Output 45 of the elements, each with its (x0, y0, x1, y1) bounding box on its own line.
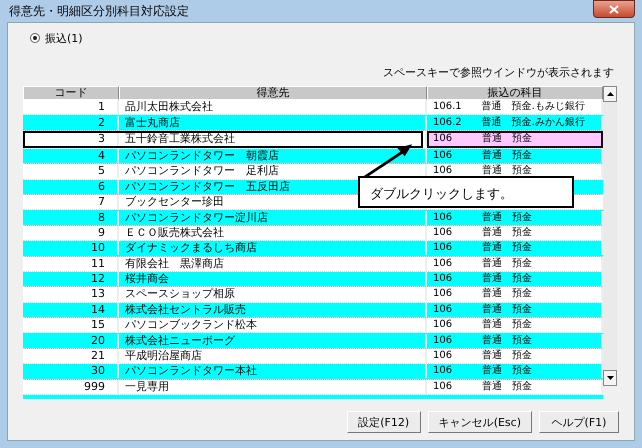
callout-tooltip: ダブルクリックします。 (358, 176, 574, 208)
code-cell: 30 (23, 364, 119, 378)
table-row[interactable]: 9 ＥＣＯ販売株式会社 106 普通 預金 (23, 226, 603, 242)
table-row[interactable]: 999 一見専用 106 普通 預金 (23, 380, 603, 396)
column-header[interactable]: 振込の科目 (427, 86, 603, 100)
table-row[interactable]: 2 富士丸商店 106.2 普通 預金.みかん銀行 (23, 115, 603, 131)
customer-cell: ダイナミックまるしち商店 (119, 241, 427, 256)
scrollbar[interactable] (603, 86, 617, 386)
table-row[interactable]: 4 パソコンランドタワー 朝霞店 106 普通 預金 (23, 148, 603, 164)
close-icon (609, 4, 619, 14)
table-row[interactable]: 8 パソコンランドタワー淀川店 106 普通 預金 (23, 210, 603, 226)
table-row[interactable]: 20 株式会社ニューボーグ 106 普通 預金 (23, 333, 603, 349)
scroll-down-button[interactable] (603, 370, 617, 386)
code-cell: 13 (23, 287, 119, 302)
code-cell: 5 (23, 164, 119, 178)
table-row[interactable]: 30 パソコンランドタワー本社 106 普通 預金 (23, 364, 603, 380)
table-row[interactable]: 11 有限会社 黒澤商店 106 普通 預金 (23, 256, 603, 272)
customer-cell: パソコンランドタワー本社 (119, 364, 427, 378)
hint-text: スペースキーで参照ウインドウが表示されます (383, 65, 614, 80)
code-cell: 3 (23, 132, 119, 146)
column-header[interactable]: 得意先 (119, 86, 427, 100)
column-header[interactable]: コード (23, 86, 119, 100)
table-row[interactable]: 15 パソコンブックランド松本 106 普通 預金 (23, 318, 603, 334)
up-arrow-icon (606, 92, 614, 96)
table-row[interactable]: 1 品川太田株式会社 106.1 普通 預金.もみじ銀行 (23, 100, 603, 116)
table-row[interactable]: 5 パソコンランドタワー 足利店 106 普通 預金 (23, 164, 603, 180)
window-title: 得意先・明細区分別科目対応設定 (9, 2, 189, 20)
customer-cell: スペースショップ相原 (119, 287, 427, 302)
table-row[interactable]: 14 株式会社セントラル販売 106 普通 預金 (23, 302, 603, 318)
table-row[interactable]: 13 スペースショップ相原 106 普通 預金 (23, 287, 603, 303)
table-row[interactable]: 10 ダイナミックまるしち商店 106 普通 預金 (23, 241, 603, 257)
dialog-button[interactable]: キャンセル(Esc) (428, 411, 532, 434)
table-row[interactable]: 21 平成明治屋商店 106 普通 預金 (23, 348, 603, 364)
code-cell: 10 (23, 241, 119, 256)
down-arrow-icon (606, 376, 614, 380)
table-row[interactable]: 12 桜井商会 106 普通 預金 (23, 272, 603, 288)
table-row[interactable]: 3 五十鈴音工業株式会社 106 普通 預金 (23, 130, 603, 149)
account-cell: 106 普通 預金 (427, 132, 603, 146)
close-button[interactable] (593, 0, 635, 18)
code-cell: 2 (23, 116, 119, 130)
dialog-button[interactable]: 設定(F12) (346, 411, 421, 434)
transfer-radio[interactable]: 振込(1) (30, 31, 620, 45)
dialog-button[interactable]: ヘルプ(F1) (539, 411, 619, 434)
scroll-up-button[interactable] (603, 86, 617, 102)
customer-cell: 富士丸商店 (119, 116, 427, 130)
